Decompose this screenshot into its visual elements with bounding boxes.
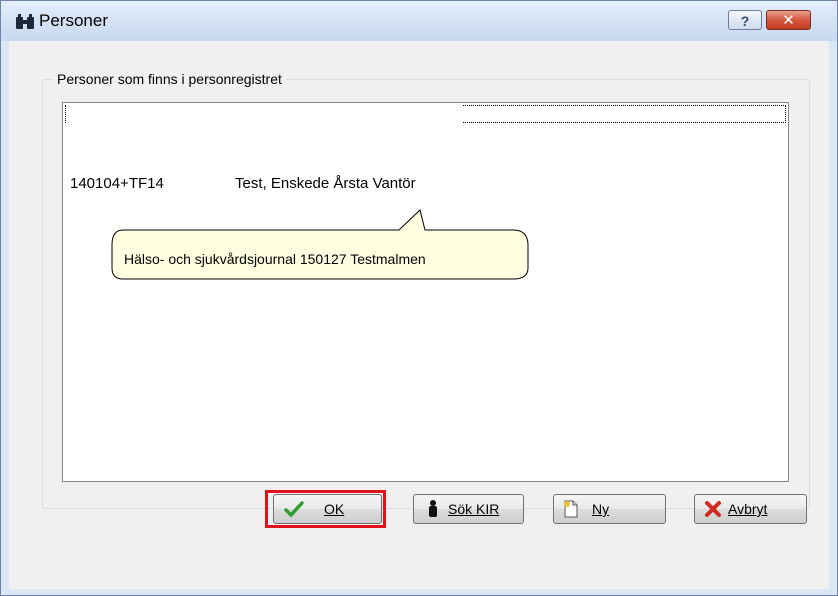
binoculars-icon: [16, 14, 34, 29]
help-button[interactable]: ?: [728, 10, 762, 30]
window-title: Personer: [39, 11, 108, 30]
group-legend: Personer som finns i personregistret: [53, 71, 286, 87]
person-icon: [429, 500, 437, 517]
focus-outline-right: [463, 105, 786, 123]
ny-label: Ny: [592, 501, 610, 517]
new-document-icon: [564, 500, 578, 518]
person-groupbox: Personer som finns i personregistret 140…: [42, 71, 810, 509]
avbryt-button[interactable]: Avbryt: [694, 494, 807, 524]
ok-highlight-frame: [265, 490, 386, 528]
red-x-icon: [705, 501, 721, 517]
sok-kir-button[interactable]: Sök KIR: [413, 494, 524, 524]
title-bar[interactable]: Personer ? ✕: [1, 1, 837, 41]
personer-dialog: Personer ? ✕ Personer som finns i person…: [0, 0, 838, 596]
ny-button[interactable]: Ny: [553, 494, 666, 524]
tooltip-text: Hälso- och sjukvårdsjournal 150127 Testm…: [124, 251, 426, 267]
person-list[interactable]: 140104+TF14 Test, Enskede Årsta Vantör H…: [62, 102, 789, 482]
sok-kir-label: Sök KIR: [448, 501, 500, 517]
avbryt-label: Avbryt: [728, 501, 768, 517]
close-button[interactable]: ✕: [766, 10, 811, 30]
tooltip-balloon: [111, 209, 529, 280]
focus-outline-left: [65, 105, 66, 123]
